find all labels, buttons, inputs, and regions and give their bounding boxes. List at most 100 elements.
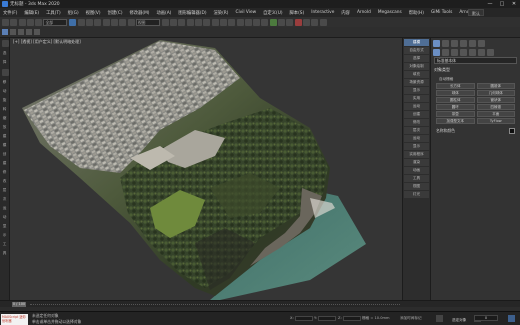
time-slider[interactable]: 0 / 100 bbox=[0, 300, 520, 307]
edit-named-selection-icon[interactable] bbox=[211, 18, 219, 26]
coord-z-field[interactable] bbox=[342, 315, 361, 321]
tab-motion[interactable]: 运动 bbox=[404, 103, 429, 110]
menu-content[interactable]: 内容 bbox=[341, 10, 350, 16]
motion-panel-icon[interactable] bbox=[460, 40, 467, 47]
tab-object-paint[interactable]: 对象绘制 bbox=[404, 63, 429, 70]
cone-button[interactable]: 圆锥体 bbox=[476, 83, 515, 89]
keyboard-shortcut-icon[interactable] bbox=[170, 18, 178, 26]
geometry-icon[interactable] bbox=[433, 49, 440, 56]
selected-dropdown[interactable]: 选定对象 bbox=[452, 318, 466, 323]
rect-selection-icon[interactable] bbox=[86, 18, 94, 26]
minimize-button[interactable]: — bbox=[484, 0, 496, 8]
geosphere-button[interactable]: 几何球体 bbox=[476, 90, 515, 96]
reference-coordinate-dropdown[interactable]: 视图 bbox=[135, 18, 160, 26]
layer-manager-icon[interactable] bbox=[236, 18, 244, 26]
selection-filter-dropdown[interactable]: 全部 bbox=[43, 18, 68, 26]
add-time-tag[interactable]: 添加时间标记 bbox=[400, 315, 422, 321]
systems-icon[interactable] bbox=[487, 49, 494, 56]
shapes-icon[interactable] bbox=[442, 49, 449, 56]
snap-toggle-icon[interactable] bbox=[178, 18, 186, 26]
tube-button[interactable]: 管状体 bbox=[476, 97, 515, 103]
hierarchy-panel-icon[interactable] bbox=[451, 40, 458, 47]
ribbon-selection-icon[interactable] bbox=[18, 29, 24, 35]
tab-lights[interactable]: 灯光 bbox=[404, 191, 429, 198]
helpers-icon[interactable] bbox=[469, 49, 476, 56]
menu-arnold[interactable]: Arnold bbox=[357, 10, 371, 15]
tab-animation[interactable]: 动画 bbox=[404, 167, 429, 174]
viewport-label[interactable]: [+] [透视] [用户定义] [默认明暗处理] bbox=[13, 39, 81, 45]
menu-views[interactable]: 视图(V) bbox=[86, 10, 101, 16]
object-color-swatch[interactable] bbox=[509, 128, 515, 134]
box-button[interactable]: 长方体 bbox=[436, 83, 475, 89]
curve-editor-icon[interactable] bbox=[253, 18, 261, 26]
current-frame-field[interactable]: 0 bbox=[474, 315, 498, 321]
primitive-type-dropdown[interactable]: 标准基本体 bbox=[434, 57, 517, 64]
menu-civil-view[interactable]: Civil View bbox=[235, 10, 256, 15]
open-autodesk-gallery-icon[interactable] bbox=[319, 18, 327, 26]
auto-grid-checkbox[interactable]: 自动栅格 bbox=[439, 76, 517, 82]
scale-icon[interactable] bbox=[119, 18, 127, 26]
align-icon[interactable] bbox=[228, 18, 236, 26]
name-and-color-rollout[interactable]: 名称和颜色 bbox=[436, 128, 515, 134]
placement-icon[interactable] bbox=[127, 18, 135, 26]
create-panel-icon[interactable] bbox=[433, 40, 440, 47]
tab-scene-assets[interactable]: 场景资源 bbox=[404, 79, 429, 86]
cylinder-button[interactable]: 圆柱体 bbox=[436, 97, 475, 103]
cameras-icon[interactable] bbox=[460, 49, 467, 56]
coord-y[interactable]: Y: bbox=[314, 315, 336, 321]
coord-y-field[interactable] bbox=[317, 315, 336, 321]
menu-rendering[interactable]: 渲染(R) bbox=[214, 10, 229, 16]
percent-snap-icon[interactable] bbox=[195, 18, 203, 26]
menu-group[interactable]: 组(G) bbox=[68, 10, 79, 16]
maximize-button[interactable]: □ bbox=[496, 0, 508, 8]
plane-button[interactable]: 平面 bbox=[476, 111, 515, 117]
tab-display[interactable]: 显示 bbox=[404, 87, 429, 94]
tab-view[interactable]: 视图 bbox=[404, 183, 429, 190]
undo-icon[interactable] bbox=[2, 18, 9, 26]
tab-create[interactable]: 创建 bbox=[404, 111, 429, 118]
tab-utilities[interactable]: 实用程序 bbox=[404, 151, 429, 158]
auto-key-button[interactable] bbox=[436, 315, 443, 322]
select-object-icon[interactable] bbox=[69, 18, 77, 26]
rendered-frame-icon[interactable] bbox=[286, 18, 294, 26]
tab-display-2[interactable]: 显示 bbox=[404, 143, 429, 150]
mirror-icon[interactable] bbox=[219, 18, 227, 26]
render-setup-icon[interactable] bbox=[278, 18, 286, 26]
ribbon-modeling-icon[interactable] bbox=[2, 29, 8, 35]
menu-gimi-tools[interactable]: GiMi Tools bbox=[431, 10, 452, 15]
scene-explorer-icon[interactable] bbox=[1, 40, 9, 47]
schematic-view-icon[interactable] bbox=[261, 18, 269, 26]
menu-interactive[interactable]: Interactive bbox=[311, 10, 334, 15]
modify-panel-icon[interactable] bbox=[442, 40, 449, 47]
menu-scripting[interactable]: 脚本(S) bbox=[290, 10, 305, 16]
coord-x-field[interactable] bbox=[294, 315, 313, 321]
lights-icon[interactable] bbox=[451, 49, 458, 56]
menu-modifiers[interactable]: 修改器(M) bbox=[130, 10, 150, 16]
pyramid-button[interactable]: 四棱锥 bbox=[476, 104, 515, 110]
spinner-snap-icon[interactable] bbox=[203, 18, 211, 26]
tab-modeling[interactable]: 建模 bbox=[404, 39, 429, 46]
teapot-button[interactable]: 茶壶 bbox=[436, 111, 475, 117]
render-iterative-icon[interactable] bbox=[302, 18, 310, 26]
tyflow-button[interactable]: TyFlow bbox=[476, 118, 515, 124]
move-icon[interactable] bbox=[102, 18, 110, 26]
utilities-panel-icon[interactable] bbox=[478, 40, 485, 47]
menu-customize[interactable]: 自定义(U) bbox=[263, 10, 282, 16]
select-by-name-icon[interactable] bbox=[77, 18, 85, 26]
tab-utility[interactable]: 实用 bbox=[404, 95, 429, 102]
tab-populate[interactable]: 填充 bbox=[404, 71, 429, 78]
display-panel-icon[interactable] bbox=[469, 40, 476, 47]
tab-render[interactable]: 渲染 bbox=[404, 159, 429, 166]
close-button[interactable]: ✕ bbox=[508, 0, 520, 8]
workspace-dropdown[interactable]: 默认 bbox=[468, 9, 484, 16]
sphere-button[interactable]: 球体 bbox=[436, 90, 475, 96]
spacewarps-icon[interactable] bbox=[478, 49, 485, 56]
text-plus-button[interactable]: 加强型文本 bbox=[436, 118, 475, 124]
ribbon-freeform-icon[interactable] bbox=[10, 29, 16, 35]
coord-x[interactable]: X: bbox=[290, 315, 313, 321]
render-production-icon[interactable] bbox=[294, 18, 302, 26]
pivot-icon[interactable] bbox=[161, 18, 169, 26]
tab-motion-2[interactable]: 运动 bbox=[404, 135, 429, 142]
object-type-rollout[interactable]: 对象类型 bbox=[434, 67, 517, 73]
ribbon-populate-icon[interactable] bbox=[34, 29, 40, 35]
